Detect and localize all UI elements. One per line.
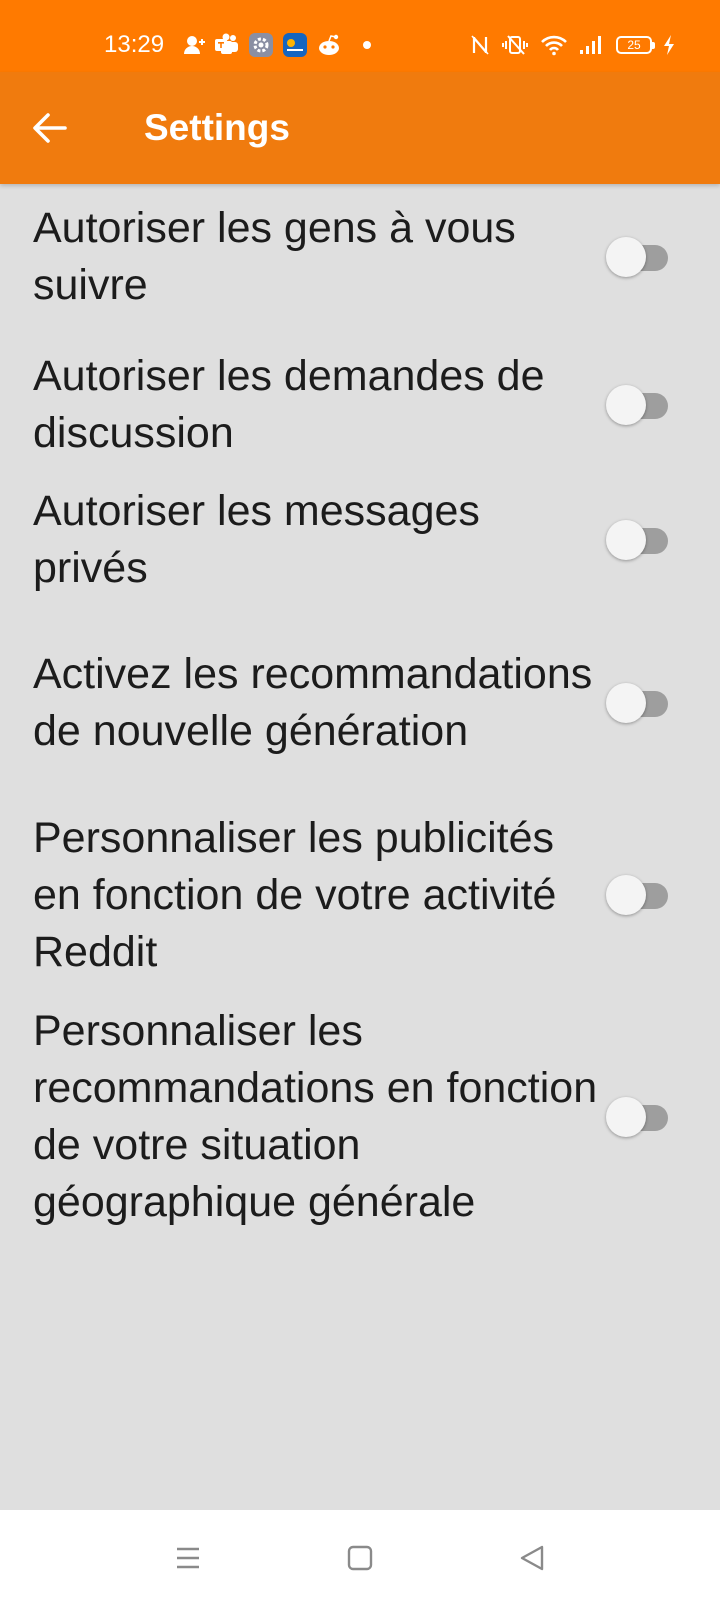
wifi-icon [540,34,568,56]
home-button[interactable] [332,1530,388,1586]
add-person-icon [182,33,206,57]
setting-label: Personnaliser les publicités en fonction… [33,813,557,976]
next-gen-recommendations-toggle[interactable] [606,683,668,723]
home-icon [346,1544,374,1572]
back-arrow-icon [32,112,68,144]
page-title: Settings [144,107,290,148]
settings-list: Autoriser les gens à vous suivre Autoris… [0,202,720,1243]
teams-icon [214,33,240,57]
vibrate-icon [500,34,530,56]
setting-label: Autoriser les demandes de discussion [33,351,545,457]
setting-label: Autoriser les gens à vous suivre [33,203,516,309]
battery-icon: 25 [616,36,655,54]
recent-apps-button[interactable] [160,1530,216,1586]
setting-row-chat-requests: Autoriser les demandes de discussion [0,337,720,472]
toggle-thumb [606,519,646,560]
personalized-ads-toggle[interactable] [606,875,668,915]
signal-icon [578,34,606,56]
dot-icon [362,40,372,50]
status-time: 13:29 [104,31,165,58]
settings-app-icon [248,32,274,58]
app-bar: Settings [0,72,720,184]
notification-icons [182,30,372,60]
reddit-icon [316,33,342,57]
charging-icon [662,34,676,56]
toggle-thumb [606,236,646,277]
toggle-thumb [606,683,646,723]
setting-label: Personnaliser les recommandations en fon… [33,1007,598,1226]
setting-row-next-gen-recommendations: Activez les recommandations de nouvelle … [0,607,720,799]
status-bar: 13:29 25 [0,0,720,72]
chat-requests-toggle[interactable] [606,384,668,425]
nfc-icon [470,34,490,56]
back-icon [518,1544,546,1572]
back-nav-button[interactable] [504,1530,560,1586]
allow-follow-toggle[interactable] [606,236,668,277]
toggle-thumb [606,384,646,425]
back-button[interactable] [24,102,76,154]
toggle-thumb [606,1097,646,1137]
location-recommendations-toggle[interactable] [606,1097,668,1137]
setting-row-allow-follow: Autoriser les gens à vous suivre [0,202,720,311]
setting-row-private-messages: Autoriser les messages privés [0,472,720,607]
system-icons: 25 [470,30,676,60]
navigation-bar [0,1510,720,1600]
private-messages-toggle[interactable] [606,519,668,560]
setting-label: Activez les recommandations de nouvelle … [33,650,593,755]
setting-row-personalized-ads: Personnaliser les publicités en fonction… [0,799,720,991]
calendar-app-icon [282,32,308,58]
setting-label: Autoriser les messages privés [33,486,480,592]
setting-row-location-recommendations: Personnaliser les recommandations en fon… [0,991,720,1243]
menu-icon [174,1545,202,1571]
toggle-thumb [606,875,646,915]
